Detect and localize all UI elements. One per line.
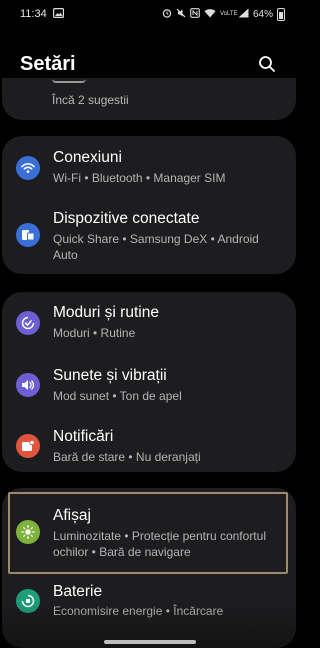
settings-item-subtitle: Quick Share • Samsung DeX • Android Auto <box>53 232 259 262</box>
settings-item-subtitle: Moduri • Rutine <box>53 326 136 340</box>
settings-item-connections[interactable]: Conexiuni Wi-Fi • Bluetooth • Manager SI… <box>2 148 296 194</box>
search-button[interactable] <box>253 50 281 78</box>
signal-icon <box>238 8 249 21</box>
wifi-icon <box>204 8 216 21</box>
wifi-icon <box>16 156 40 180</box>
volume-icon <box>16 373 40 397</box>
settings-item-subtitle: Bară de stare • Nu deranjați <box>53 450 201 464</box>
suggestions-card[interactable] <box>2 78 296 120</box>
settings-item-title: Conexiuni <box>53 149 122 166</box>
settings-item-connected-devices[interactable]: Dispozitive conectate Quick Share • Sams… <box>2 209 296 267</box>
notification-icon <box>16 434 40 458</box>
battery-icon <box>277 7 285 21</box>
settings-item-sounds[interactable]: Sunete și vibrații Mod sunet • Ton de ap… <box>2 366 296 406</box>
connected-devices-icon <box>16 223 40 247</box>
settings-item-modes-routines[interactable]: Moduri și rutine Moduri • Rutine <box>2 303 296 343</box>
settings-item-subtitle: Economisire energie • Încărcare <box>53 604 224 618</box>
suggestions-title-clipped <box>52 78 92 86</box>
clock: 11:34 <box>20 8 47 20</box>
status-left: 11:34 <box>20 7 64 21</box>
modes-routines-icon <box>16 311 40 335</box>
status-right: VoLTE 64% <box>162 7 285 21</box>
settings-item-title: Baterie <box>53 583 103 600</box>
settings-item-subtitle: Wi-Fi • Bluetooth • Manager SIM <box>53 171 226 185</box>
gallery-notification-icon <box>52 7 64 21</box>
settings-item-subtitle: Mod sunet • Ton de apel <box>53 389 182 403</box>
battery-percent: 64% <box>252 8 273 20</box>
display-highlight-frame <box>8 492 288 574</box>
battery-care-icon <box>16 589 40 613</box>
network-label: VoLTE <box>219 11 238 17</box>
settings-item-title: Sunete și vibrații <box>53 367 167 384</box>
settings-item-title: Moduri și rutine <box>53 304 159 321</box>
status-bar: 11:34 VoLTE 64% <box>0 0 299 28</box>
settings-item-notifications[interactable]: Notificări Bară de stare • Nu deranjați <box>2 427 296 467</box>
settings-item-title: Dispozitive conectate <box>53 210 200 227</box>
alarm-icon <box>162 8 172 21</box>
mute-icon <box>176 8 186 21</box>
page-title: Setări <box>20 52 76 75</box>
settings-item-title: Notificări <box>53 428 114 445</box>
search-icon <box>259 56 275 72</box>
gesture-navigation-handle[interactable] <box>104 640 196 644</box>
settings-item-battery[interactable]: Baterie Economisire energie • Încărcare <box>2 583 296 623</box>
more-suggestions-label[interactable]: Încă 2 sugestii <box>52 93 129 107</box>
nfc-icon <box>190 8 200 20</box>
